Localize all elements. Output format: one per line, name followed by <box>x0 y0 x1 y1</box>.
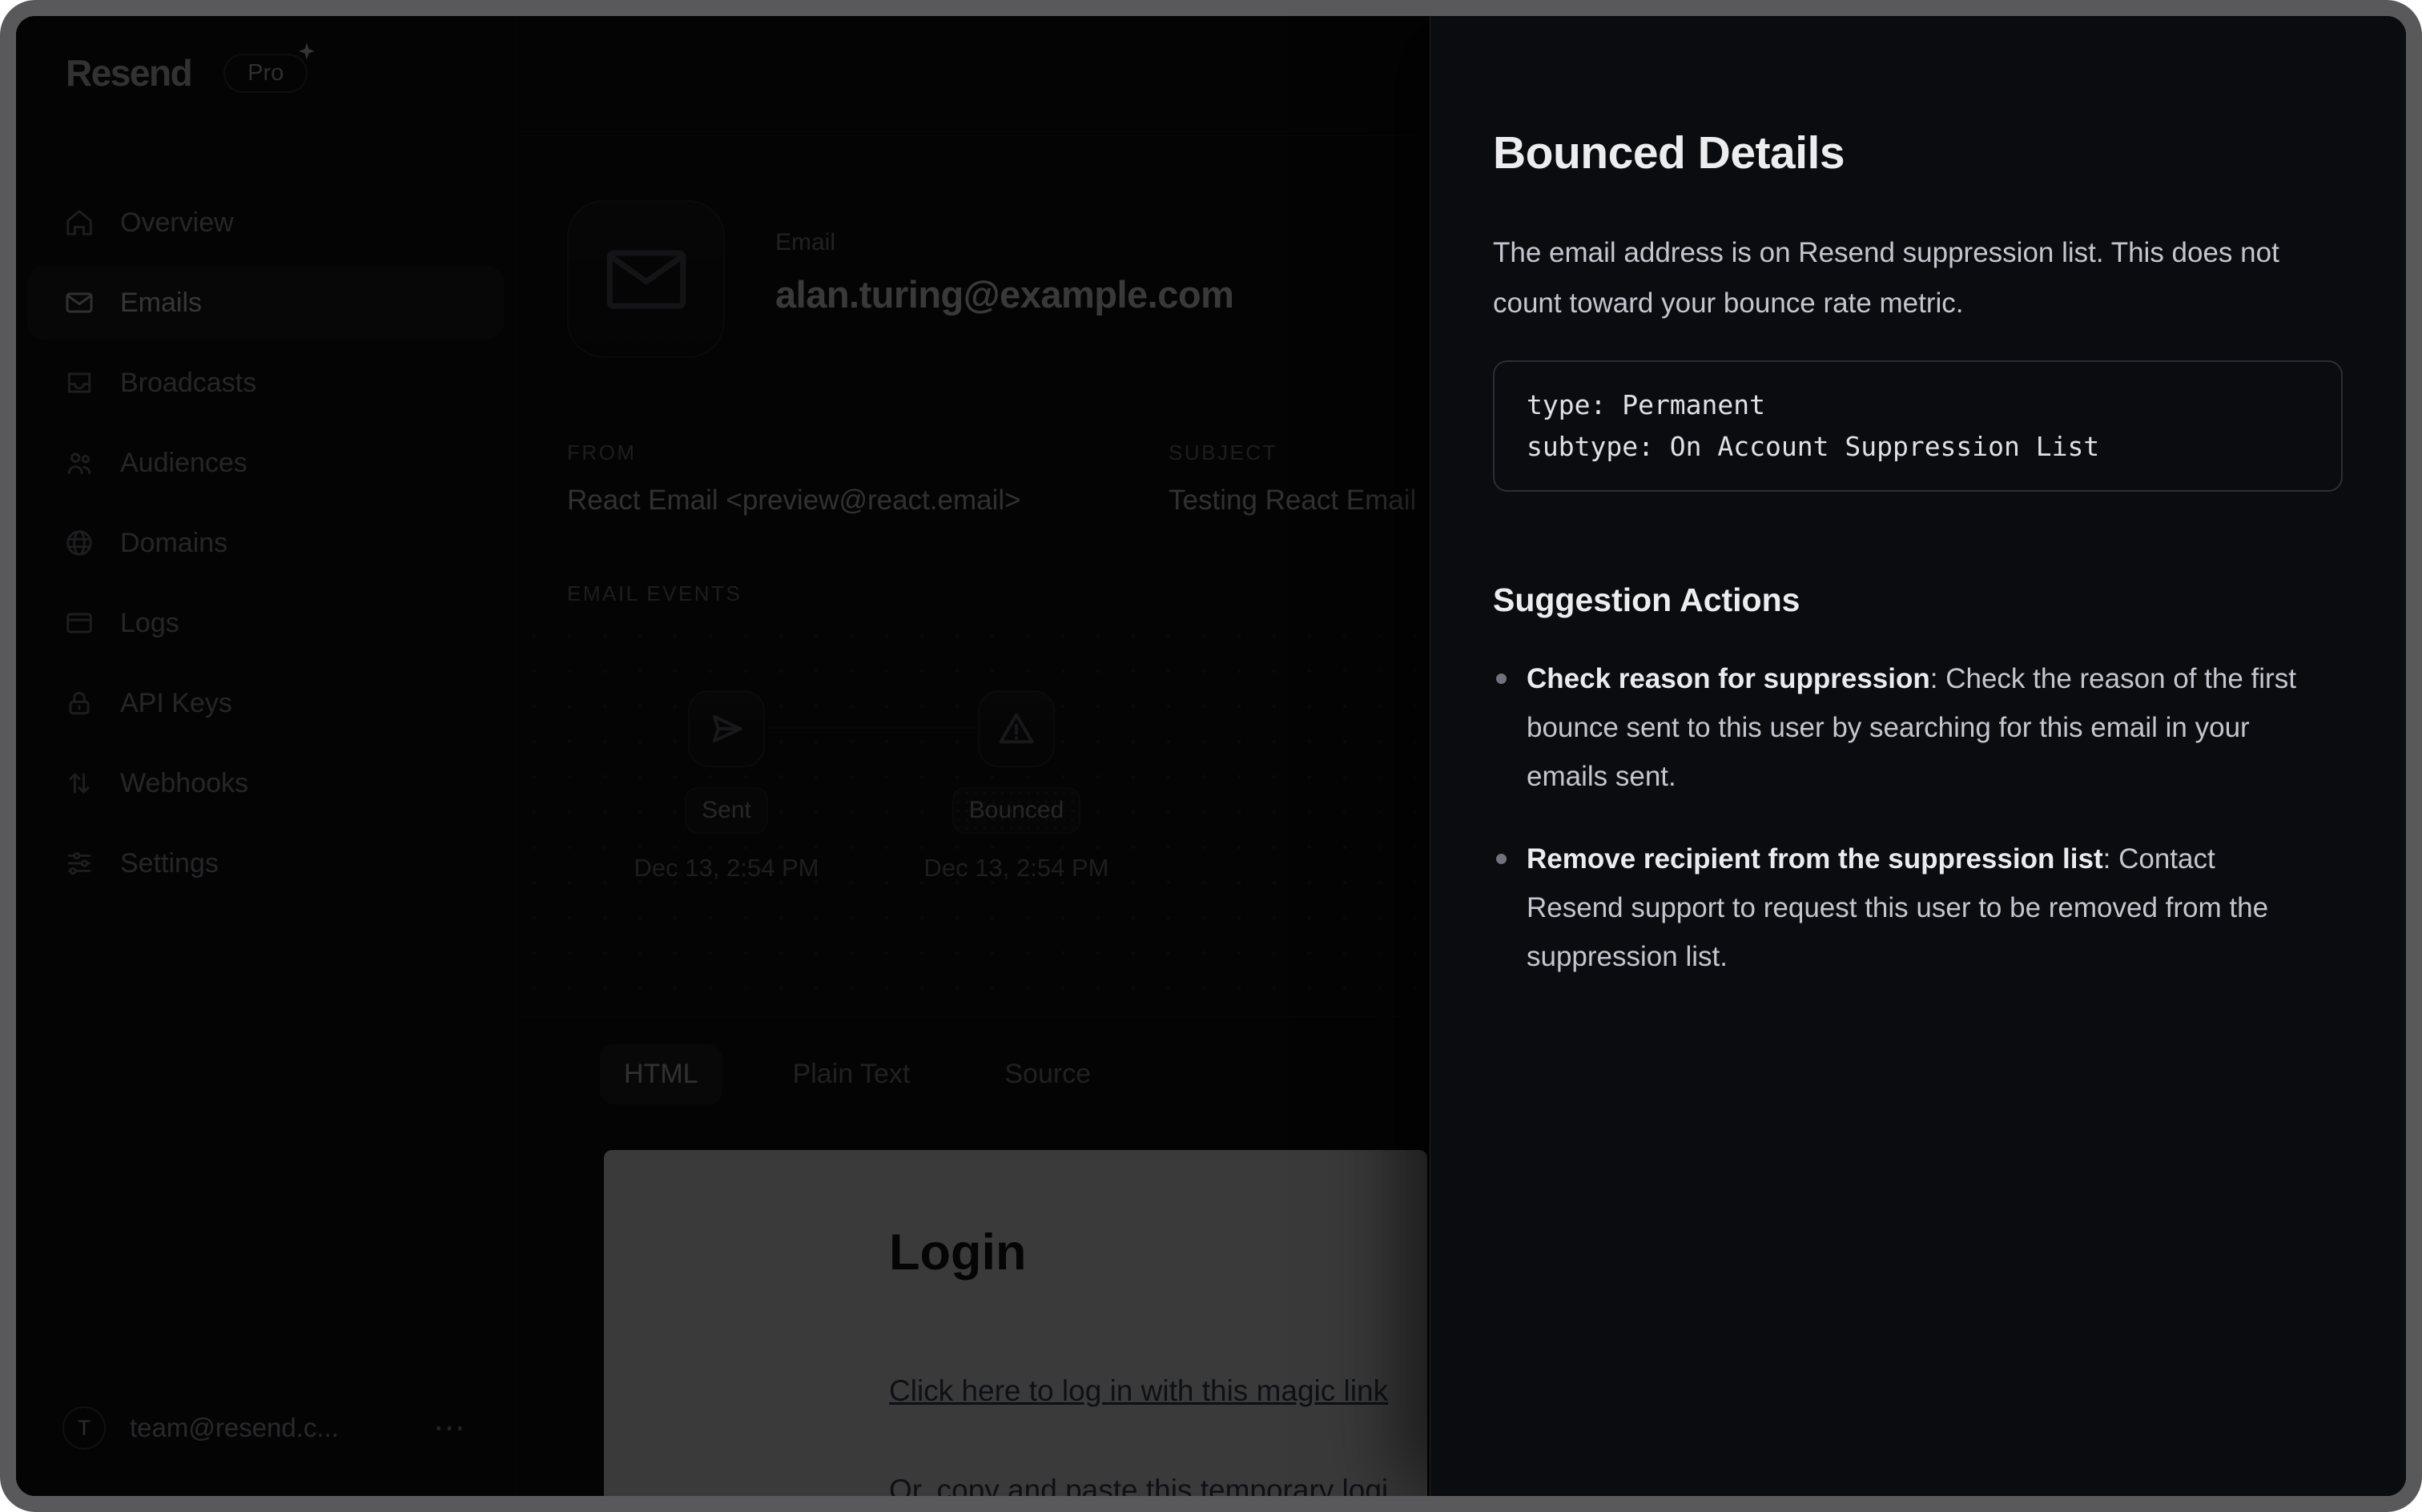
suggestion-actions-title: Suggestion Actions <box>1493 581 2342 619</box>
list-item: Check reason for suppression: Check the … <box>1493 654 2310 801</box>
suggestion-bold-text: Check reason for suppression <box>1527 663 1930 694</box>
bounced-details-drawer: Bounced Details The email address is on … <box>1430 16 2406 1496</box>
modal-dim-overlay[interactable] <box>16 16 1430 1496</box>
drawer-description: The email address is on Resend suppressi… <box>1493 227 2294 328</box>
list-item: Remove recipient from the suppression li… <box>1493 834 2310 981</box>
suggestion-bold-text: Remove recipient from the suppression li… <box>1527 843 2103 875</box>
bounce-subtype-line: subtype: On Account Suppression List <box>1527 431 2099 462</box>
suggestion-list: Check reason for suppression: Check the … <box>1493 654 2342 981</box>
bullet-dot-icon <box>1496 854 1507 864</box>
bounce-type-line: type: Permanent <box>1527 389 1765 420</box>
app-window: Resend Pro Overview Emails Broadcasts Au… <box>0 0 2422 1512</box>
bullet-dot-icon <box>1496 674 1507 684</box>
drawer-title: Bounced Details <box>1493 127 2342 179</box>
bounce-code-block: type: Permanent subtype: On Account Supp… <box>1493 360 2343 492</box>
